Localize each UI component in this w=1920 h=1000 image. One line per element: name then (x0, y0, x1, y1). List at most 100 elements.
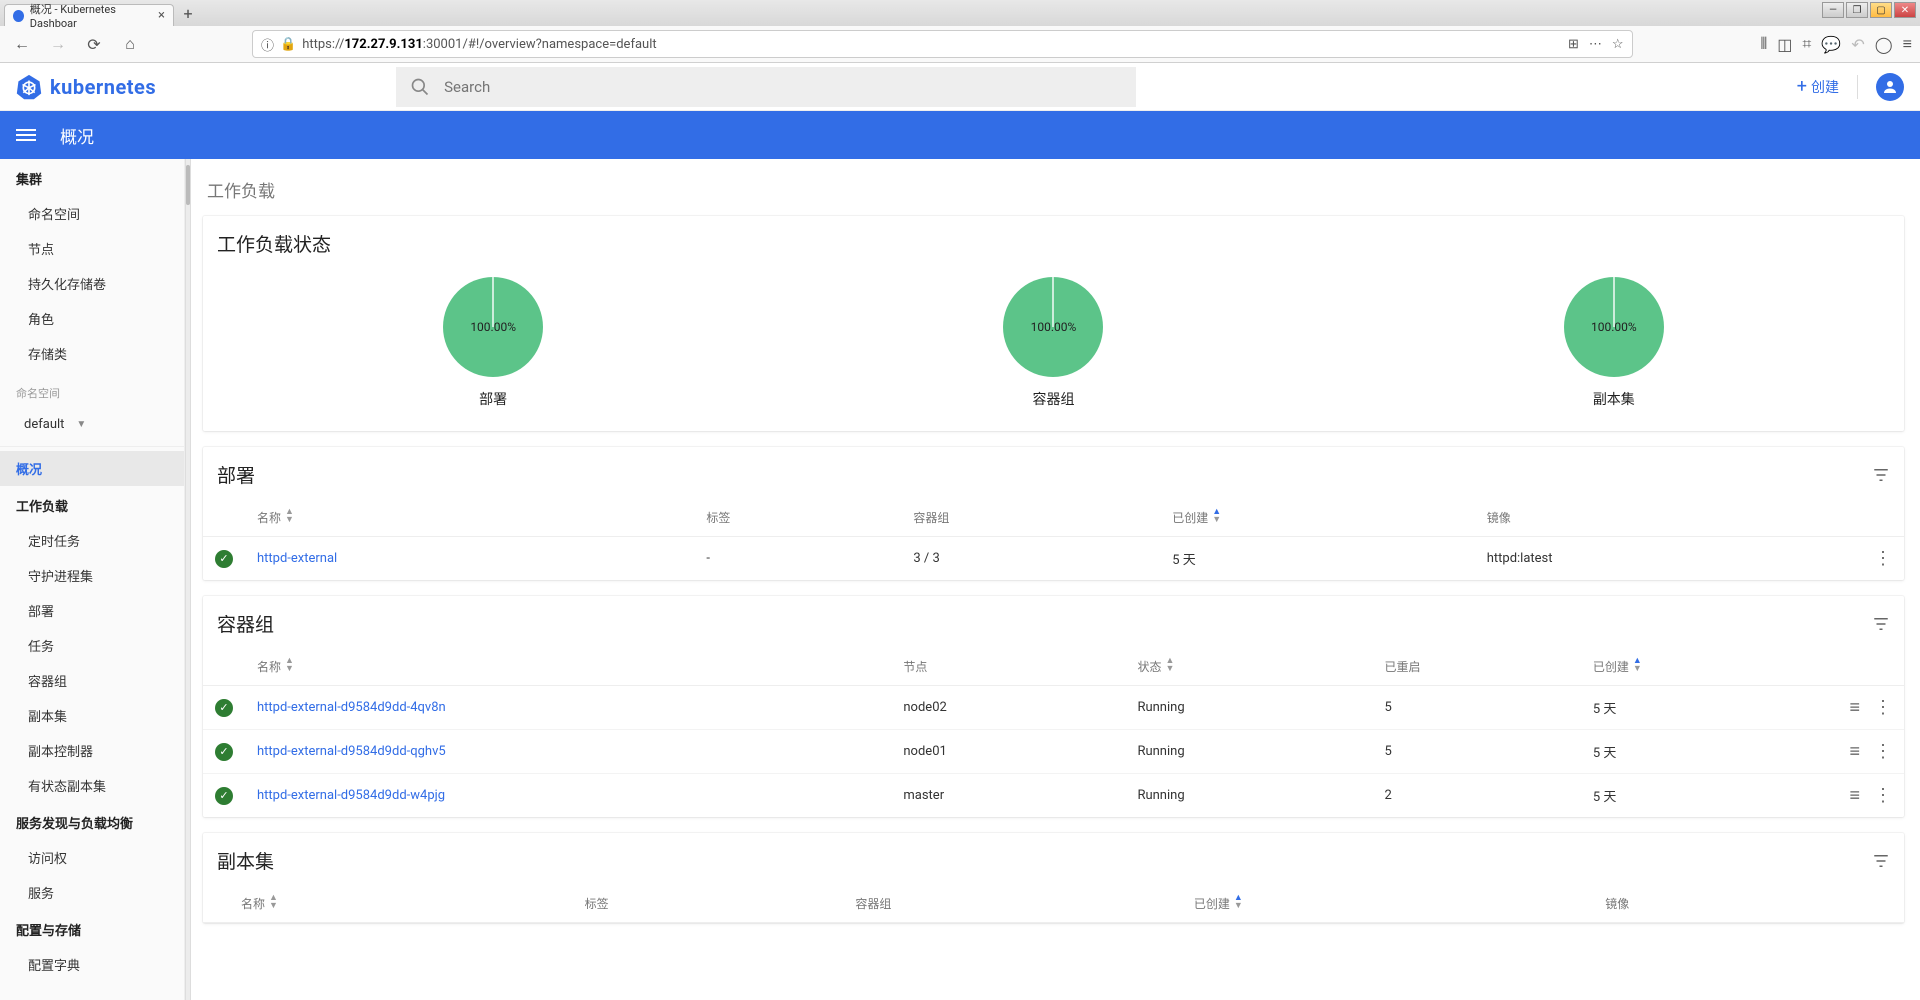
donut-pct: 100.00% (470, 320, 516, 334)
filter-icon[interactable] (1872, 615, 1890, 633)
col-image[interactable]: 镜像 (1475, 498, 1862, 537)
col-name[interactable]: 名称▲▼ (229, 884, 573, 923)
table-row: ✓httpd-external-d9584d9dd-qghv5node01Run… (203, 730, 1904, 774)
col-pods[interactable]: 容器组 (901, 498, 1160, 537)
sidebar-item-storageclass[interactable]: 存储类 (0, 336, 184, 371)
nav-home-button[interactable]: ⌂ (116, 30, 144, 58)
chat-icon[interactable]: 💬 (1821, 35, 1841, 54)
sidebar-item-statefulset[interactable]: 有状态副本集 (0, 768, 184, 803)
sidebar-item-configmap[interactable]: 配置字典 (0, 947, 184, 982)
col-node[interactable]: 节点 (891, 647, 1125, 686)
cell-node: node02 (891, 686, 1125, 730)
col-labels[interactable]: 标签 (694, 498, 901, 537)
sort-icon: ▲▼ (285, 657, 294, 673)
user-icon (1881, 78, 1899, 96)
row-menu-icon[interactable]: ⋮ (1874, 741, 1892, 762)
new-tab-button[interactable]: + (178, 3, 198, 23)
row-menu-icon[interactable]: ⋮ (1874, 785, 1892, 806)
namespace-select[interactable]: default ▼ (0, 409, 184, 447)
status-ok-icon: ✓ (215, 787, 233, 805)
window-controls: — ❐ ▢ ✕ (1822, 2, 1916, 18)
pod-link[interactable]: httpd-external-d9584d9dd-w4pjg (257, 788, 445, 803)
app: kubernetes + 创建 概况 集群 命名空间 节点 持 (0, 63, 1920, 1000)
sidebar-item-replicationcontroller[interactable]: 副本控制器 (0, 733, 184, 768)
col-created[interactable]: 已创建▲▼ (1160, 498, 1475, 537)
sidebar-item-overview[interactable]: 概况 (0, 451, 184, 486)
logo[interactable]: kubernetes (16, 74, 156, 100)
sidebar-item-node[interactable]: 节点 (0, 231, 184, 266)
sidebar-item-ingress[interactable]: 访问权 (0, 840, 184, 875)
library-icon[interactable]: ⫴ (1761, 34, 1768, 54)
window-close-button[interactable]: ✕ (1894, 2, 1916, 18)
main-content: 工作负载 工作负载状态 100.00% 部署 100.00% 容器组 100.0… (191, 159, 1920, 1000)
create-button[interactable]: + 创建 (1797, 76, 1839, 97)
sidebar-item-service[interactable]: 服务 (0, 875, 184, 910)
cell-status: Running (1125, 774, 1372, 818)
nav-back-button[interactable]: ← (8, 30, 36, 58)
col-status[interactable]: 状态▲▼ (1125, 647, 1372, 686)
replicasets-table: 名称▲▼ 标签 容器组 已创建▲▼ 镜像 (203, 884, 1904, 923)
search-box[interactable] (396, 67, 1136, 107)
col-labels[interactable]: 标签 (573, 884, 844, 923)
pod-link[interactable]: httpd-external-d9584d9dd-4qv8n (257, 700, 446, 715)
pods-table: 名称▲▼ 节点 状态▲▼ 已重启 已创建▲▼ ✓httpd-external-d… (203, 647, 1904, 817)
filter-icon[interactable] (1872, 852, 1890, 870)
logs-icon[interactable]: ≡ (1849, 697, 1860, 718)
donut-pct: 100.00% (1031, 320, 1077, 334)
qr-icon[interactable]: ⊞ (1568, 37, 1579, 52)
nav-forward-button[interactable]: → (44, 30, 72, 58)
tab-bar: 概况 - Kubernetes Dashboar × + — ❐ ▢ ✕ (0, 0, 1920, 26)
col-restarts[interactable]: 已重启 (1373, 647, 1581, 686)
sidebar-item-pod[interactable]: 容器组 (0, 663, 184, 698)
more-icon[interactable]: ⋯ (1589, 37, 1602, 52)
undo-icon[interactable]: ↶ (1851, 35, 1864, 54)
user-menu-button[interactable] (1876, 73, 1904, 101)
account-icon[interactable]: ◯ (1875, 35, 1893, 54)
breadcrumb-bar: 概况 (0, 111, 1920, 159)
sidebar-item-cronjob[interactable]: 定时任务 (0, 523, 184, 558)
logs-icon[interactable]: ≡ (1849, 741, 1860, 762)
tab-close-icon[interactable]: × (158, 8, 165, 23)
k8s-logo-icon (16, 74, 42, 100)
sidebar-item-job[interactable]: 任务 (0, 628, 184, 663)
workload-status-card: 工作负载状态 100.00% 部署 100.00% 容器组 100.00% 副本… (203, 216, 1904, 431)
col-image[interactable]: 镜像 (1593, 884, 1864, 923)
window-minimize-button[interactable]: — (1822, 2, 1844, 18)
addon-icon[interactable]: ⌗ (1802, 34, 1811, 54)
row-menu-icon[interactable]: ⋮ (1874, 548, 1892, 569)
hamburger-button[interactable] (16, 129, 36, 141)
sidebar-icon[interactable]: ◫ (1777, 35, 1792, 54)
cell-node: master (891, 774, 1125, 818)
url-bar[interactable]: ⓘ 🔒 https://172.27.9.131:30001/#!/overvi… (252, 30, 1633, 58)
pods-card: 容器组 名称▲▼ 节点 状态▲▼ 已重启 已创建▲▼ ✓httpd-extern… (203, 596, 1904, 817)
bookmark-icon[interactable]: ☆ (1612, 37, 1624, 52)
window-maximize-button[interactable]: ▢ (1870, 2, 1892, 18)
filter-icon[interactable] (1872, 466, 1890, 484)
tab-title: 概况 - Kubernetes Dashboar (30, 1, 152, 30)
sidebar-item-namespace[interactable]: 命名空间 (0, 196, 184, 231)
nav-reload-button[interactable]: ⟳ (80, 30, 108, 58)
col-created[interactable]: 已创建▲▼ (1581, 647, 1834, 686)
sidebar-item-pv[interactable]: 持久化存储卷 (0, 266, 184, 301)
donut-deploy: 100.00% 部署 (443, 277, 543, 409)
browser-tab[interactable]: 概况 - Kubernetes Dashboar × (4, 4, 174, 26)
deployments-card: 部署 名称▲▼ 标签 容器组 已创建▲▼ 镜像 ✓ (203, 447, 1904, 580)
menu-icon[interactable]: ≡ (1903, 34, 1912, 54)
col-name[interactable]: 名称▲▼ (245, 647, 891, 686)
row-menu-icon[interactable]: ⋮ (1874, 697, 1892, 718)
logs-icon[interactable]: ≡ (1849, 785, 1860, 806)
deployment-link[interactable]: httpd-external (257, 551, 337, 566)
sidebar-item-deployment[interactable]: 部署 (0, 593, 184, 628)
col-pods[interactable]: 容器组 (843, 884, 1181, 923)
search-input[interactable] (444, 78, 1122, 96)
window-restore-button[interactable]: ❐ (1846, 2, 1868, 18)
url-text: https://172.27.9.131:30001/#!/overview?n… (302, 37, 656, 52)
cell-created: 5 天 (1581, 686, 1834, 730)
col-name[interactable]: 名称▲▼ (245, 498, 694, 537)
pod-link[interactable]: httpd-external-d9584d9dd-qghv5 (257, 744, 446, 759)
sidebar-item-replicaset[interactable]: 副本集 (0, 698, 184, 733)
sidebar-item-role[interactable]: 角色 (0, 301, 184, 336)
sidebar-item-daemonset[interactable]: 守护进程集 (0, 558, 184, 593)
create-label: 创建 (1811, 77, 1839, 97)
col-created[interactable]: 已创建▲▼ (1182, 884, 1593, 923)
